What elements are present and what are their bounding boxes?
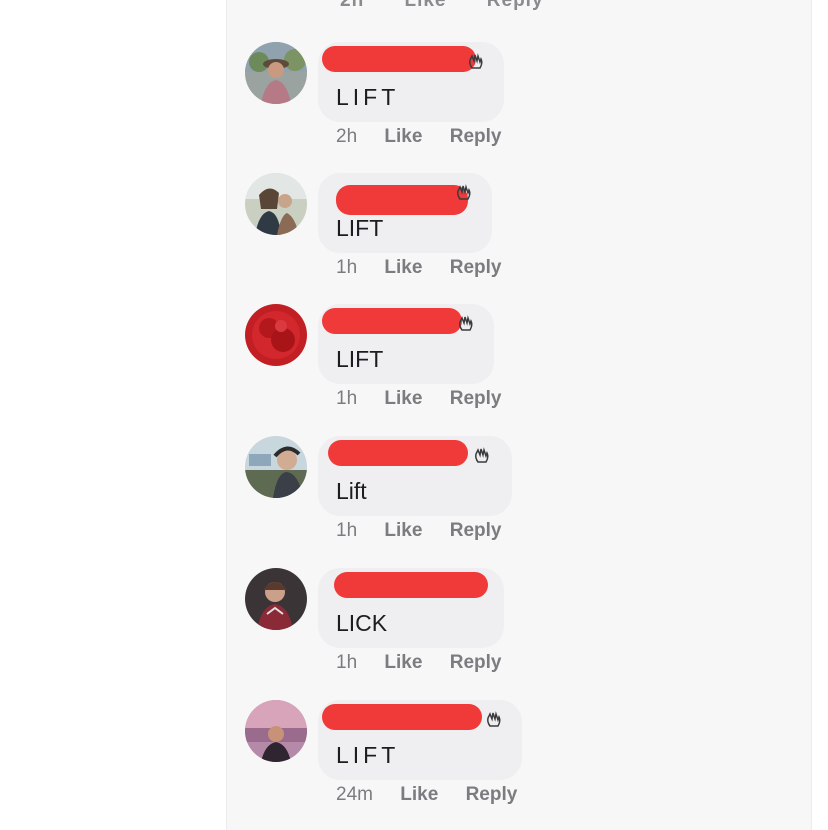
waving-hand-icon	[475, 447, 489, 463]
like-link[interactable]: Like	[384, 520, 422, 542]
comment-text: LICK	[336, 610, 388, 636]
comment-time: 1h	[336, 257, 358, 278]
redacted-name	[322, 46, 476, 72]
like-link[interactable]: Like	[384, 652, 422, 674]
comment-item: LIFT 2h Like Reply	[0, 42, 828, 172]
comment-time: 1h	[336, 520, 358, 541]
comment-bubble: Lift	[318, 436, 512, 516]
comment-bubble: LIFT	[318, 42, 504, 122]
comment-text: LIFT	[336, 84, 400, 110]
comment-item: LIFT 1h Like Reply	[0, 173, 828, 303]
avatar[interactable]	[245, 436, 307, 498]
comment-meta: 1h Like Reply	[336, 388, 501, 410]
comment-text: LIFT	[336, 215, 384, 241]
comment-bubble: LIFT	[318, 700, 522, 780]
avatar[interactable]	[245, 173, 307, 235]
waving-hand-icon	[459, 315, 473, 331]
redacted-name	[322, 308, 462, 334]
comment-item: Lift 1h Like Reply	[0, 436, 828, 566]
comment-time: 24m	[336, 784, 373, 805]
waving-hand-icon	[487, 711, 501, 727]
comment-item: LIFT 24m Like Reply	[0, 700, 828, 830]
comment-meta: 2h Like Reply	[336, 126, 501, 148]
comment-bubble: LICK	[318, 568, 504, 648]
redacted-name	[328, 440, 468, 466]
comment-meta: 1h Like Reply	[336, 257, 501, 279]
comment-meta: 1h Like Reply	[336, 652, 501, 674]
redacted-name	[322, 704, 482, 730]
reply-link[interactable]: Reply	[450, 257, 502, 279]
comment-bubble: LIFT	[318, 304, 494, 384]
like-link[interactable]: Like	[400, 784, 438, 806]
comment-item: LIFT 1h Like Reply	[0, 304, 828, 434]
reply-link[interactable]: Reply	[450, 520, 502, 542]
like-link[interactable]: Like	[384, 126, 422, 148]
like-link[interactable]: Like	[384, 388, 422, 410]
redacted-name	[336, 185, 468, 215]
waving-hand-icon	[457, 184, 471, 200]
comment-meta: 24m Like Reply	[336, 784, 517, 806]
like-link[interactable]: Like	[404, 0, 446, 11]
previous-comment-meta-partial: 2h Like Reply	[340, 0, 578, 11]
redacted-name	[334, 572, 488, 598]
avatar[interactable]	[245, 42, 307, 104]
reply-link[interactable]: Reply	[450, 388, 502, 410]
comment-time: 2h	[336, 126, 358, 147]
comment-bubble: LIFT	[318, 173, 492, 253]
avatar[interactable]	[245, 700, 307, 762]
comment-text: LIFT	[336, 346, 384, 372]
comment-text: Lift	[336, 478, 367, 504]
comment-time: 1h	[336, 388, 358, 409]
comment-text: LIFT	[336, 742, 400, 768]
reply-link[interactable]: Reply	[450, 652, 502, 674]
comment-time: 1h	[336, 652, 358, 673]
comment-item: LICK 1h Like Reply	[0, 568, 828, 698]
like-link[interactable]: Like	[384, 257, 422, 279]
reply-link[interactable]: Reply	[450, 126, 502, 148]
reply-link[interactable]: Reply	[487, 0, 544, 11]
comment-meta: 1h Like Reply	[336, 520, 501, 542]
avatar[interactable]	[245, 568, 307, 630]
waving-hand-icon	[469, 53, 483, 69]
comment-time: 2h	[340, 0, 365, 11]
reply-link[interactable]: Reply	[466, 784, 518, 806]
avatar[interactable]	[245, 304, 307, 366]
